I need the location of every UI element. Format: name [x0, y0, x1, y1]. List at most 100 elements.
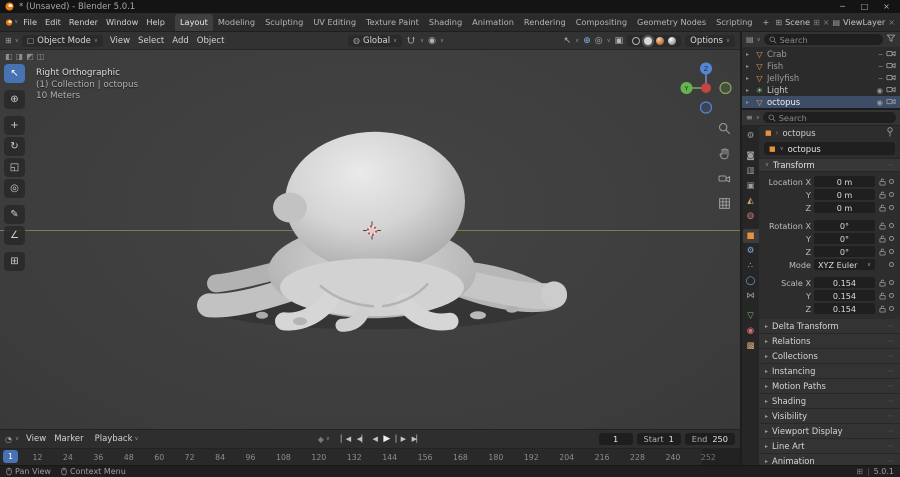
workspace-tab[interactable]: Geometry Nodes: [632, 14, 711, 31]
chevron-down-icon[interactable]: ∨: [15, 38, 19, 44]
expand-icon[interactable]: ▸: [746, 87, 752, 94]
panel-section-header[interactable]: ▸ Shading ⋯: [759, 394, 900, 409]
transform-panel-header[interactable]: ∨ Transform ⋯: [759, 158, 900, 172]
select-intersect-icon[interactable]: ◫: [37, 52, 45, 61]
select-new-icon[interactable]: ◧: [5, 52, 13, 61]
lock-icon[interactable]: [878, 178, 886, 186]
timeline-ruler[interactable]: 1 11224364860728496108120132144156168180…: [0, 448, 740, 465]
workspace-tab[interactable]: Shading: [424, 14, 467, 31]
workspace-tab[interactable]: +: [758, 14, 775, 31]
lock-icon[interactable]: [878, 292, 886, 300]
viewport-menu-item[interactable]: Add: [168, 34, 192, 48]
keying-icon[interactable]: ◆: [318, 435, 324, 444]
tool-button[interactable]: ◱: [4, 158, 25, 177]
transport-button[interactable]: ▏◀: [339, 434, 353, 444]
properties-tab[interactable]: ◍: [743, 209, 759, 223]
expand-icon[interactable]: ▸: [746, 99, 752, 106]
expand-icon[interactable]: ▸: [746, 51, 752, 58]
properties-tab[interactable]: ∴: [743, 259, 759, 273]
orientation-selector[interactable]: ◍ Global ∨: [348, 34, 403, 47]
animate-dot-icon[interactable]: [889, 236, 894, 241]
panel-section-header[interactable]: ▸ Animation ⋯: [759, 454, 900, 465]
lock-icon[interactable]: [878, 191, 886, 199]
properties-tab[interactable]: ▽: [743, 309, 759, 323]
animate-dot-icon[interactable]: [889, 179, 894, 184]
panel-section-header[interactable]: ▸ Viewport Display ⋯: [759, 424, 900, 439]
workspace-tab[interactable]: Sculpting: [260, 14, 308, 31]
animate-dot-icon[interactable]: [889, 192, 894, 197]
lock-icon[interactable]: [878, 305, 886, 313]
properties-tab[interactable]: ⚙: [743, 244, 759, 258]
value-field[interactable]: XYZ Euler ∨: [814, 259, 875, 270]
animate-dot-icon[interactable]: [889, 280, 894, 285]
overlays-icon[interactable]: ◎: [595, 36, 603, 46]
panel-section-header[interactable]: ▸ Relations ⋯: [759, 334, 900, 349]
tool-button[interactable]: ⊕: [4, 90, 25, 109]
outliner-editor-icon[interactable]: ▤: [746, 35, 754, 44]
tool-button[interactable]: ◎: [4, 179, 25, 198]
properties-search-input[interactable]: Search: [762, 112, 896, 123]
transport-button[interactable]: ▶▏: [410, 434, 424, 444]
properties-tab[interactable]: ◭: [743, 194, 759, 208]
playback-menu[interactable]: Playback ∨: [91, 432, 143, 446]
render-visibility-icon[interactable]: [886, 62, 896, 71]
snap-magnet-icon[interactable]: [406, 36, 416, 46]
shading-rendered-icon[interactable]: [668, 36, 677, 45]
selectability-icon[interactable]: ↖: [564, 36, 572, 46]
panel-section-header[interactable]: ▸ Visibility ⋯: [759, 409, 900, 424]
viewport-menu-item[interactable]: View: [106, 34, 134, 48]
maximize-button[interactable]: □: [856, 2, 873, 11]
properties-tab[interactable]: ◯: [743, 274, 759, 288]
expand-icon[interactable]: ▸: [746, 63, 752, 70]
eye-closed-icon[interactable]: ⌣: [878, 73, 883, 83]
workspace-tab[interactable]: Layout: [174, 13, 213, 31]
transport-button[interactable]: ◀▏: [355, 434, 369, 444]
render-visibility-icon[interactable]: [886, 74, 896, 83]
panel-section-header[interactable]: ▸ Line Art ⋯: [759, 439, 900, 454]
shading-material-icon[interactable]: [656, 36, 665, 45]
editor-type-icon[interactable]: ⊞: [5, 36, 12, 45]
panel-section-header[interactable]: ▸ Motion Paths ⋯: [759, 379, 900, 394]
gizmo-icon[interactable]: ⊕: [583, 36, 591, 46]
animate-dot-icon[interactable]: [889, 249, 894, 254]
value-field[interactable]: 0.154: [814, 303, 875, 314]
viewlayer-selector[interactable]: ViewLayer: [843, 17, 885, 27]
viewport-menu-item[interactable]: Select: [134, 34, 168, 48]
workspace-tab[interactable]: UV Editing: [308, 14, 361, 31]
transport-button[interactable]: ▏▶: [394, 434, 408, 444]
workspace-tab[interactable]: Rendering: [519, 14, 571, 31]
timeline-menu-item[interactable]: Marker: [50, 432, 87, 446]
outliner-item[interactable]: ▸ ▽ octopus ◉: [742, 96, 900, 108]
outliner-item[interactable]: ▸ ▽ Jellyfish ⌣: [742, 72, 900, 84]
chevron-down-icon[interactable]: ∨: [14, 19, 18, 25]
filter-icon[interactable]: [886, 33, 896, 46]
current-frame-field[interactable]: 1: [598, 433, 633, 445]
timeline-menu-item[interactable]: View: [22, 432, 50, 446]
system-icon[interactable]: ⊞: [856, 467, 863, 476]
tool-button[interactable]: ✎: [4, 205, 25, 224]
value-field[interactable]: 0.154: [814, 277, 875, 288]
panel-section-header[interactable]: ▸ Instancing ⋯: [759, 364, 900, 379]
outliner-item[interactable]: ▸ ▽ Fish ⌣: [742, 60, 900, 72]
workspace-tab[interactable]: Animation: [467, 14, 519, 31]
value-field[interactable]: 0 m: [814, 189, 875, 200]
tool-button[interactable]: ↖: [4, 64, 25, 83]
shading-solid-icon[interactable]: [644, 36, 653, 45]
navigation-gizmo[interactable]: Z Y: [678, 60, 734, 116]
tool-button[interactable]: ↻: [4, 137, 25, 156]
render-visibility-icon[interactable]: [886, 50, 896, 59]
menu-item[interactable]: Edit: [41, 15, 65, 29]
pan-hand-icon[interactable]: [718, 147, 731, 163]
animate-dot-icon[interactable]: [889, 262, 894, 267]
value-field[interactable]: 0.154: [814, 290, 875, 301]
mode-selector[interactable]: ▢ Object Mode ∨: [21, 34, 103, 47]
properties-tab[interactable]: ▥: [743, 164, 759, 178]
proportional-edit-icon[interactable]: ◉: [428, 36, 436, 46]
properties-tab[interactable]: ■: [742, 229, 759, 243]
camera-view-icon[interactable]: [718, 172, 731, 188]
tool-button[interactable]: ⊞: [4, 252, 25, 271]
menu-item[interactable]: Window: [102, 15, 142, 29]
properties-tab[interactable]: ◙: [743, 149, 759, 163]
properties-editor-icon[interactable]: ≡: [746, 113, 753, 122]
transport-button[interactable]: ◀: [370, 434, 379, 444]
